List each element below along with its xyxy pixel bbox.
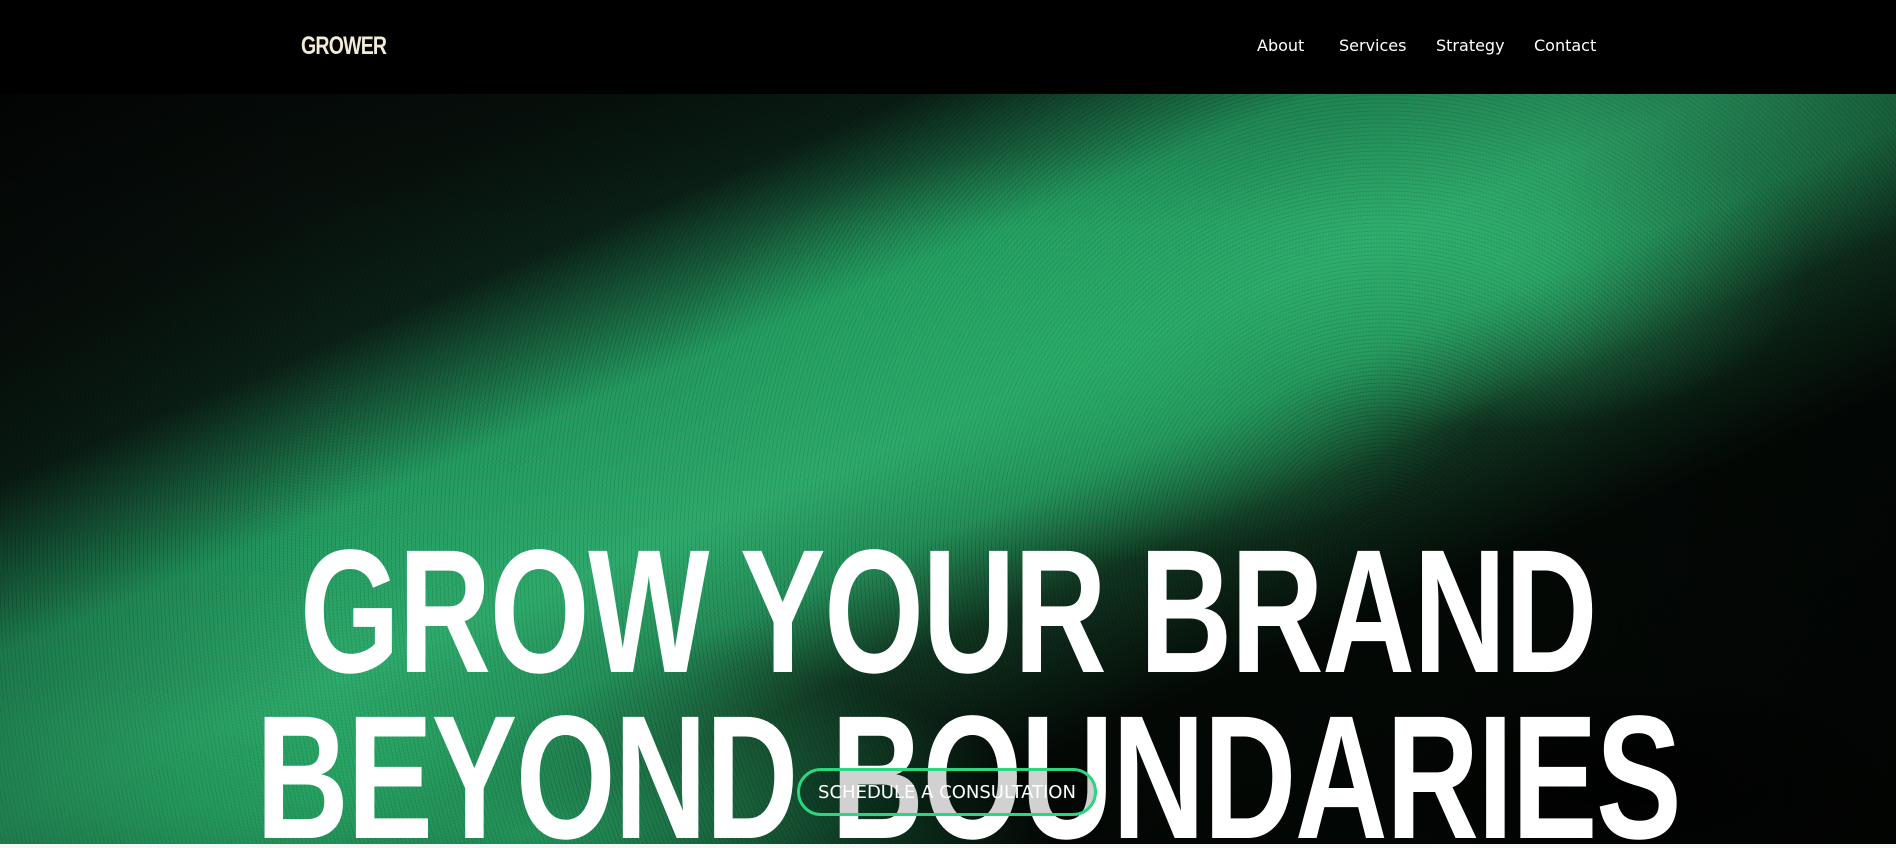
nav-link-strategy[interactable]: Strategy: [1436, 34, 1505, 58]
hero-title-line-1: GROW YOUR BRAND: [299, 513, 1598, 710]
top-navigation: GROWER About Services Strategy Contact: [0, 0, 1896, 94]
nav-link-contact[interactable]: Contact: [1534, 34, 1596, 58]
brand-logo[interactable]: GROWER: [301, 29, 387, 63]
page-bottom-edge: [0, 844, 1896, 848]
nav-link-about[interactable]: About: [1257, 34, 1304, 58]
nav-link-services[interactable]: Services: [1339, 34, 1406, 58]
landing-page: GROWER About Services Strategy Contact G…: [0, 0, 1896, 848]
schedule-consultation-button[interactable]: SCHEDULE A CONSULTATION: [797, 768, 1097, 816]
